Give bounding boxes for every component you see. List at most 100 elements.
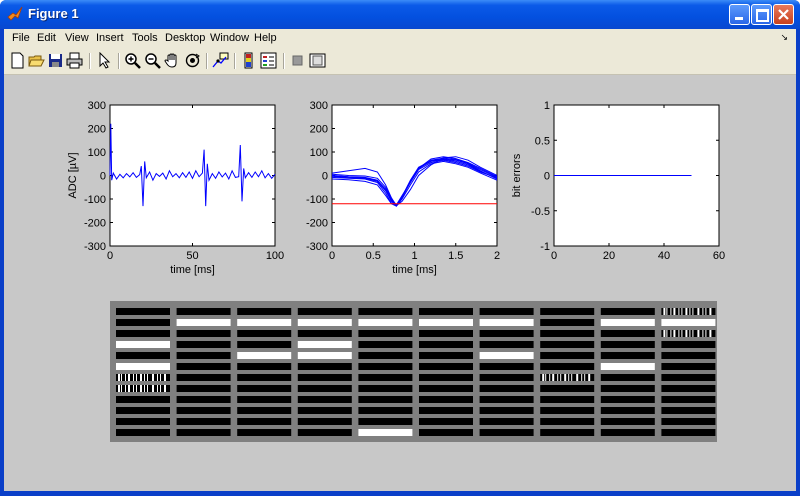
menu-insert[interactable]: Insert [96,32,124,44]
y-tick-label: 100 [88,147,106,159]
bit-cell-pattern [581,374,583,381]
x-tick-label: 40 [658,250,670,262]
maximize-icon [756,9,769,22]
bit-cell [661,396,716,403]
bit-cell-pattern [118,385,120,392]
bit-cell-pattern [121,385,122,392]
bit-cell [116,308,170,315]
print-icon[interactable] [66,52,83,69]
toolbar-separator [234,53,236,69]
bit-cell [116,341,170,348]
menu-desktop[interactable]: Desktop [165,32,205,44]
bit-cell [419,374,473,381]
bit-cell-pattern [160,374,161,381]
bit-grid [110,301,717,442]
bit-cell-pattern [678,330,680,337]
bit-cell [600,385,655,392]
bit-cell-pattern [545,374,547,381]
close-button[interactable] [773,4,794,25]
x-tick-label: 20 [603,250,615,262]
menu-bar: File Edit View Insert Tools Desktop Wind… [4,29,796,48]
bit-cell-pattern [571,374,573,381]
menu-help[interactable]: Help [254,32,277,44]
data-cursor-icon[interactable] [212,52,229,69]
menu-window[interactable]: Window [210,32,249,44]
y-tick-label: 200 [310,124,328,136]
insert-legend-icon[interactable] [260,52,277,69]
menu-file[interactable]: File [12,32,30,44]
bit-cell [661,385,716,392]
rotate-3d-icon[interactable] [184,52,201,69]
title-bar[interactable]: Figure 1 [0,0,800,29]
menu-edit[interactable]: Edit [37,32,56,44]
minimize-icon [735,17,743,20]
bit-cell [116,330,170,337]
bit-cell [600,429,655,436]
open-file-icon[interactable] [28,52,45,69]
bit-cell-pattern [666,308,668,315]
bit-cell-pattern [133,374,134,381]
bit-cell-pattern [542,374,545,381]
bit-cell [661,319,716,326]
bit-cell [419,363,473,370]
bit-cell [237,330,292,337]
bit-cell [358,429,413,436]
bit-cell-pattern [692,330,694,337]
bit-cell [176,396,231,403]
bit-cell-pattern [681,330,683,337]
bit-cell [419,396,473,403]
axes-2: 0 0.5 1 1.5 2 300 200 100 0 -100 -200 -300 time [ms] [306,100,500,276]
bit-cell [540,319,595,326]
zoom-in-icon[interactable] [124,52,141,69]
x-tick-label: 50 [186,250,198,262]
show-plot-tools-icon[interactable] [309,52,326,69]
bit-cell-pattern [685,330,688,337]
x-tick-label: 0 [551,250,557,262]
menu-view[interactable]: View [65,32,89,44]
zoom-out-icon[interactable] [144,52,161,69]
bit-cell-pattern [705,308,707,315]
bit-cell [358,385,413,392]
bit-cell [297,352,352,359]
edit-plot-arrow-icon[interactable] [96,52,113,69]
bit-cell [297,319,352,326]
pan-hand-icon[interactable] [164,52,181,69]
bit-cell [116,385,170,392]
new-figure-icon[interactable] [9,52,26,69]
bit-cell [661,407,716,414]
x-axis-label: time [ms] [170,264,215,276]
bit-cell-pattern [564,374,567,381]
bit-cell [600,352,655,359]
bit-cell [661,429,716,436]
bit-cell [237,341,292,348]
bit-cell-pattern [685,308,688,315]
dock-arrow-icon[interactable]: ↘ [780,32,788,43]
bit-cell [479,330,534,337]
bit-cell [479,396,534,403]
bit-cell [358,319,413,326]
bit-cell-pattern [164,374,166,381]
bit-cell-pattern [152,385,154,392]
bit-cell-pattern [673,330,676,337]
bit-cell [176,407,231,414]
bit-cell [479,429,534,436]
save-icon[interactable] [47,52,64,69]
bit-cell [479,308,534,315]
bit-cell [237,385,292,392]
bit-cell [540,330,595,337]
bit-cell-pattern [552,374,555,381]
maximize-button[interactable] [751,4,772,25]
bit-cell-pattern [709,330,712,337]
y-tick-label: 1 [544,100,550,112]
bit-cell-pattern [157,385,158,392]
minimize-button[interactable] [729,4,750,25]
insert-colorbar-icon[interactable] [240,52,257,69]
menu-tools[interactable]: Tools [132,32,158,44]
figure-canvas[interactable]: 0 50 100 300 200 100 0 -100 -200 -300 time [ms] ADC… [4,75,796,491]
bit-cell-pattern [663,308,666,315]
bit-cell [297,429,352,436]
bit-cell [358,407,413,414]
bit-cell [237,429,292,436]
hide-plot-tools-icon[interactable] [289,52,306,69]
bit-cell-pattern [147,385,148,392]
